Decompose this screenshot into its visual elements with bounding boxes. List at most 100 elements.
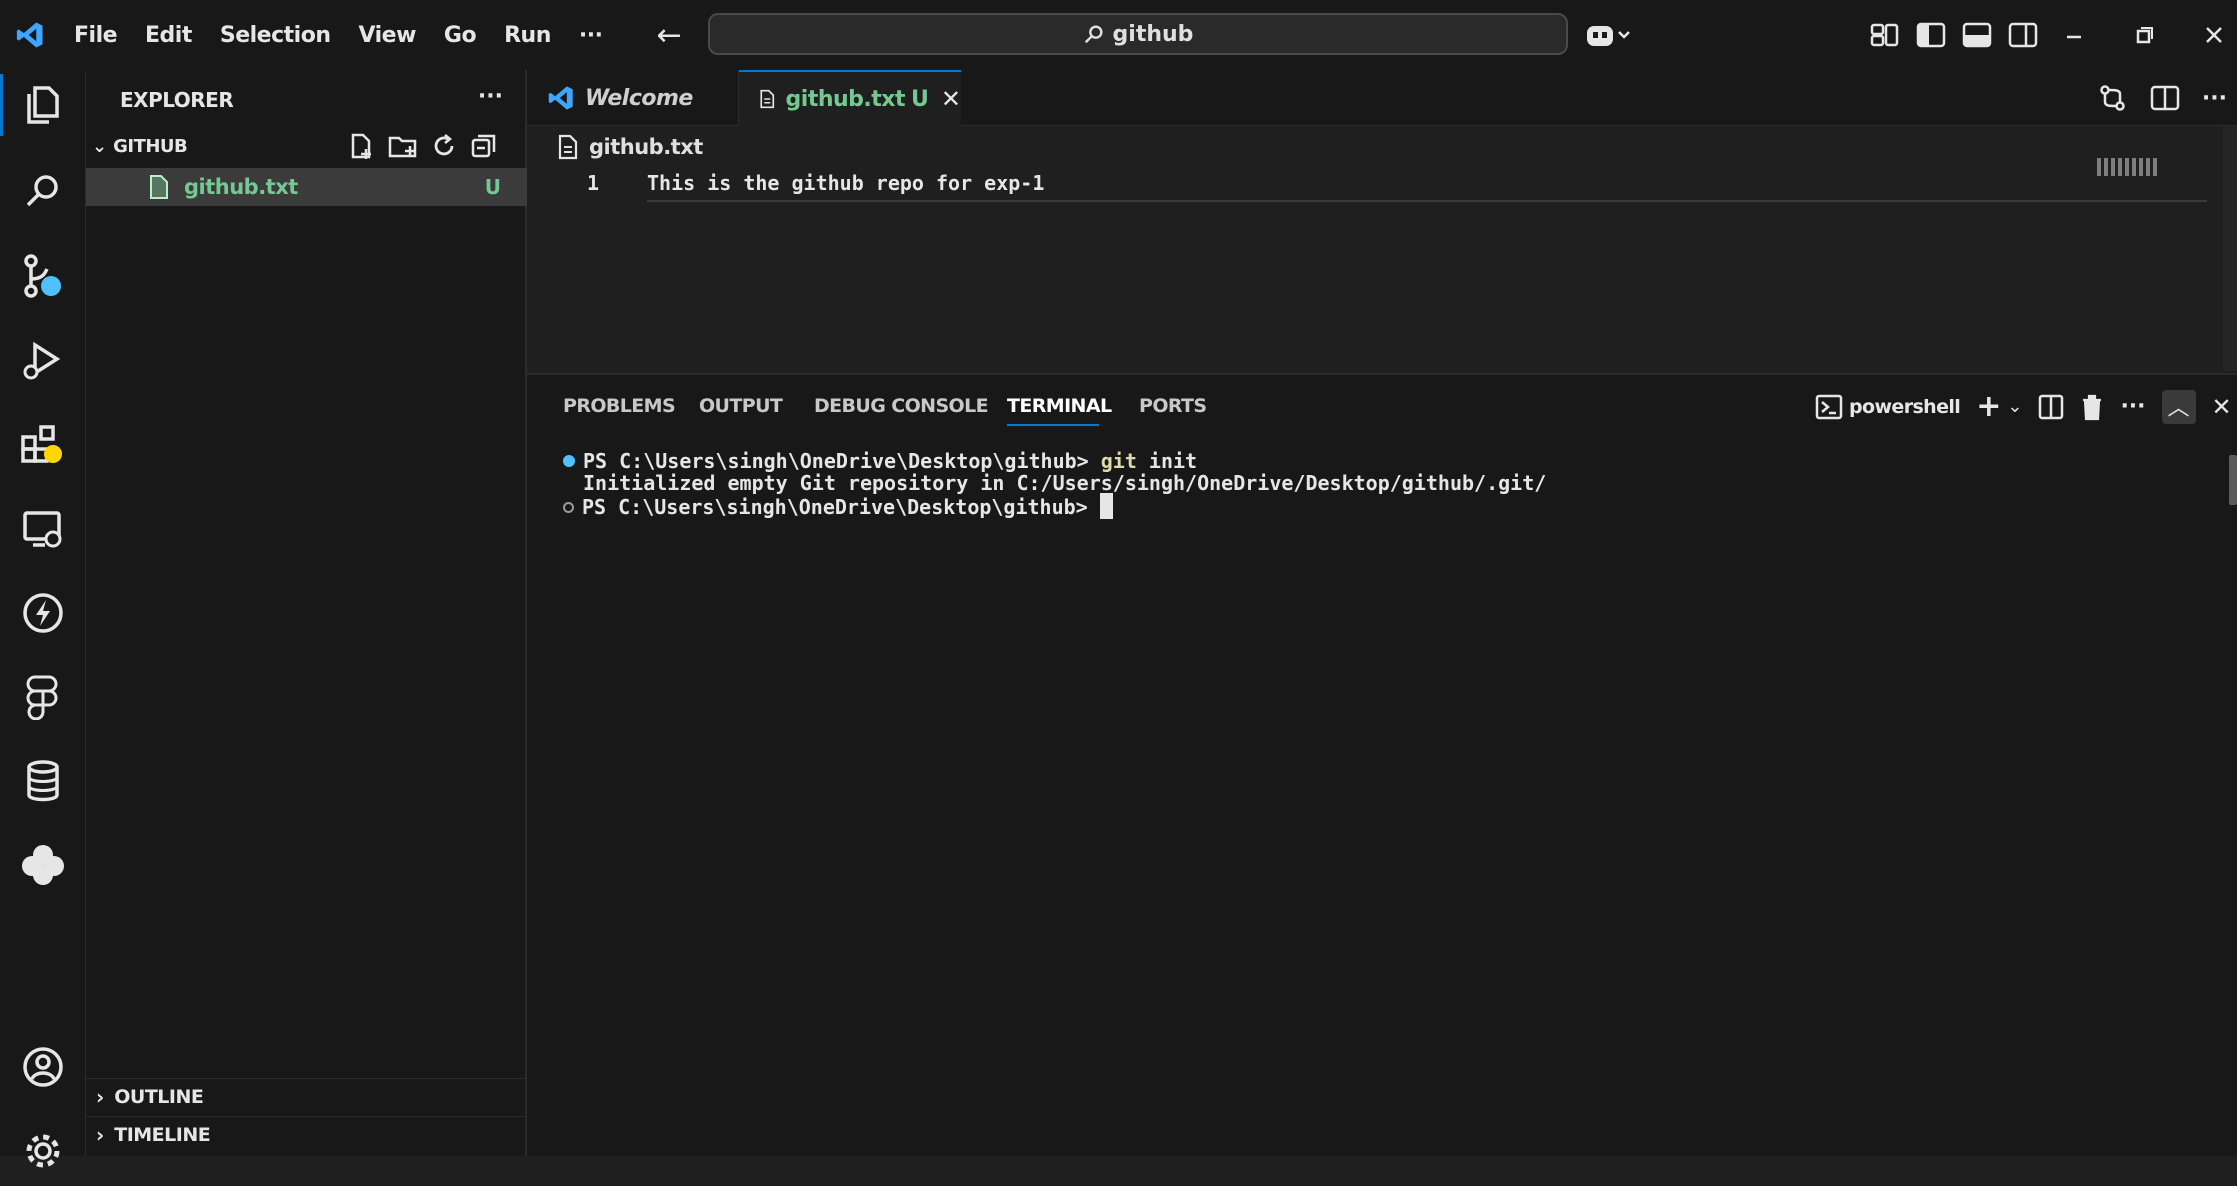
panel-more-button[interactable]: ··· [2120,394,2145,419]
tab-git-status: U [911,86,929,112]
collapse-all-icon[interactable] [470,132,498,160]
split-editor-icon[interactable] [2150,84,2180,112]
customize-layout-icon[interactable] [1870,22,1900,48]
toggle-secondary-sidebar-icon[interactable] [2008,22,2038,48]
activity-remote-explorer[interactable] [0,494,86,564]
terminal-scrollbar[interactable] [2229,455,2237,505]
cloud-icon [22,845,64,885]
active-tab-underline [1007,424,1099,426]
minimap[interactable] [2097,158,2157,176]
breadcrumb: github.txt [527,126,2237,168]
activity-database[interactable] [0,746,86,816]
terminal-icon [1815,394,1843,419]
activity-thunder[interactable] [0,578,86,648]
section-timeline[interactable]: › TIMELINE [86,1116,527,1152]
activity-search[interactable] [0,156,86,226]
lightning-icon [23,593,63,633]
panel-tab-ports[interactable]: PORTS [1139,395,1207,417]
run-debug-icon [23,341,61,380]
tab-label: github.txt [785,86,906,112]
section-outline[interactable]: › OUTLINE [86,1078,527,1114]
back-arrow-icon[interactable]: ← [656,18,681,53]
activity-cloud[interactable] [0,830,86,900]
menu-view[interactable]: View [344,23,429,48]
vscode-logo-icon [0,0,60,70]
panel-tab-problems[interactable]: PROBLEMS [563,395,676,417]
activity-explorer[interactable] [0,70,86,140]
current-line-highlight [647,200,2207,202]
new-file-icon[interactable] [348,132,376,160]
copilot-button[interactable] [1585,0,1631,70]
terminal-line-3: PS C:\Users\singh\OneDrive\Desktop\githu… [563,493,1113,519]
editor-line: 1 This is the github repo for exp-1 [527,168,2127,198]
breadcrumb-file[interactable]: github.txt [589,135,703,159]
tab-github-txt[interactable]: github.txt U ✕ [739,70,961,126]
file-item-github-txt[interactable]: github.txt U [86,168,527,206]
menu-edit[interactable]: Edit [131,23,206,48]
close-panel-icon[interactable]: ✕ [2212,393,2232,421]
new-terminal-plus-icon[interactable]: + [1976,389,2001,424]
git-status-badge: U [484,175,501,199]
activity-figma[interactable] [0,662,86,732]
chevron-right-icon: › [96,1122,105,1147]
menu-go[interactable]: Go [430,23,490,48]
command-success-dot-icon [563,455,575,467]
maximize-panel-chevron-up-icon[interactable]: ︿ [2161,389,2196,424]
code-editor[interactable]: 1 This is the github repo for exp-1 [527,126,2237,371]
new-folder-icon[interactable] [388,132,418,160]
menu-selection[interactable]: Selection [206,23,345,48]
title-bar: File Edit Selection View Go Run ··· ← → … [0,0,2237,70]
refresh-icon[interactable] [430,132,458,160]
outline-label: OUTLINE [114,1085,204,1108]
chevron-down-icon: ⌄ [92,135,108,157]
activity-manage[interactable] [0,1116,86,1186]
menu-more[interactable]: ··· [565,23,617,48]
folder-name: GITHUB [113,135,188,157]
editor-tab-bar: Welcome github.txt U ✕ ··· [527,70,2237,126]
menu-bar: File Edit Selection View Go Run ··· [60,0,616,70]
file-name: github.txt [184,175,298,199]
panel-tab-terminal[interactable]: TERMINAL [1007,395,1112,417]
activity-accounts[interactable] [0,1032,86,1102]
tab-close-icon[interactable]: ✕ [941,85,961,113]
text-file-icon [760,89,775,109]
copilot-icon [1587,26,1630,46]
restore-icon[interactable] [2132,23,2156,47]
trash-icon[interactable] [2080,393,2104,421]
menu-run[interactable]: Run [490,23,565,48]
split-terminal-icon[interactable] [2038,394,2064,420]
minimize-icon[interactable] [2062,23,2086,47]
folder-github[interactable]: ⌄ GITHUB [86,132,527,160]
source-control-icon [24,254,61,298]
close-icon[interactable] [2202,23,2226,47]
vertical-scrollbar[interactable] [2223,126,2237,371]
terminal-prompt: PS C:\Users\singh\OneDrive\Desktop\githu… [583,449,1101,473]
chevron-down-icon[interactable]: ⌄ [2007,396,2022,417]
panel-tab-debug-console[interactable]: DEBUG CONSOLE [814,395,989,417]
account-icon [23,1047,63,1087]
panel-tab-output[interactable]: OUTPUT [699,395,783,417]
line-text: This is the github repo for exp-1 [647,171,1045,195]
command-pending-dot-icon [563,502,574,513]
search-icon [1084,25,1103,44]
command-center-search[interactable]: github [708,13,1568,55]
open-changes-icon[interactable] [2098,84,2128,112]
activity-extensions[interactable] [0,410,86,480]
menu-file[interactable]: File [60,23,131,48]
tab-welcome[interactable]: Welcome [527,70,739,126]
editor-more-button[interactable]: ··· [2202,86,2227,111]
explorer-more-button[interactable]: ··· [478,84,503,109]
activity-source-control[interactable] [0,242,86,312]
gear-icon [26,1134,60,1168]
extensions-icon [21,425,62,463]
files-icon [27,86,59,124]
terminal-cursor[interactable] [1099,493,1113,519]
terminal-line-1: PS C:\Users\singh\OneDrive\Desktop\githu… [563,449,1197,473]
terminal-command: git [1100,449,1137,473]
tab-label: Welcome [585,85,693,111]
terminal-profile[interactable]: powershell [1815,394,1961,420]
activity-run-debug[interactable] [0,326,86,396]
toggle-primary-sidebar-icon[interactable] [1916,22,1946,48]
toggle-panel-icon[interactable] [1962,22,1992,48]
text-file-icon [558,134,578,160]
